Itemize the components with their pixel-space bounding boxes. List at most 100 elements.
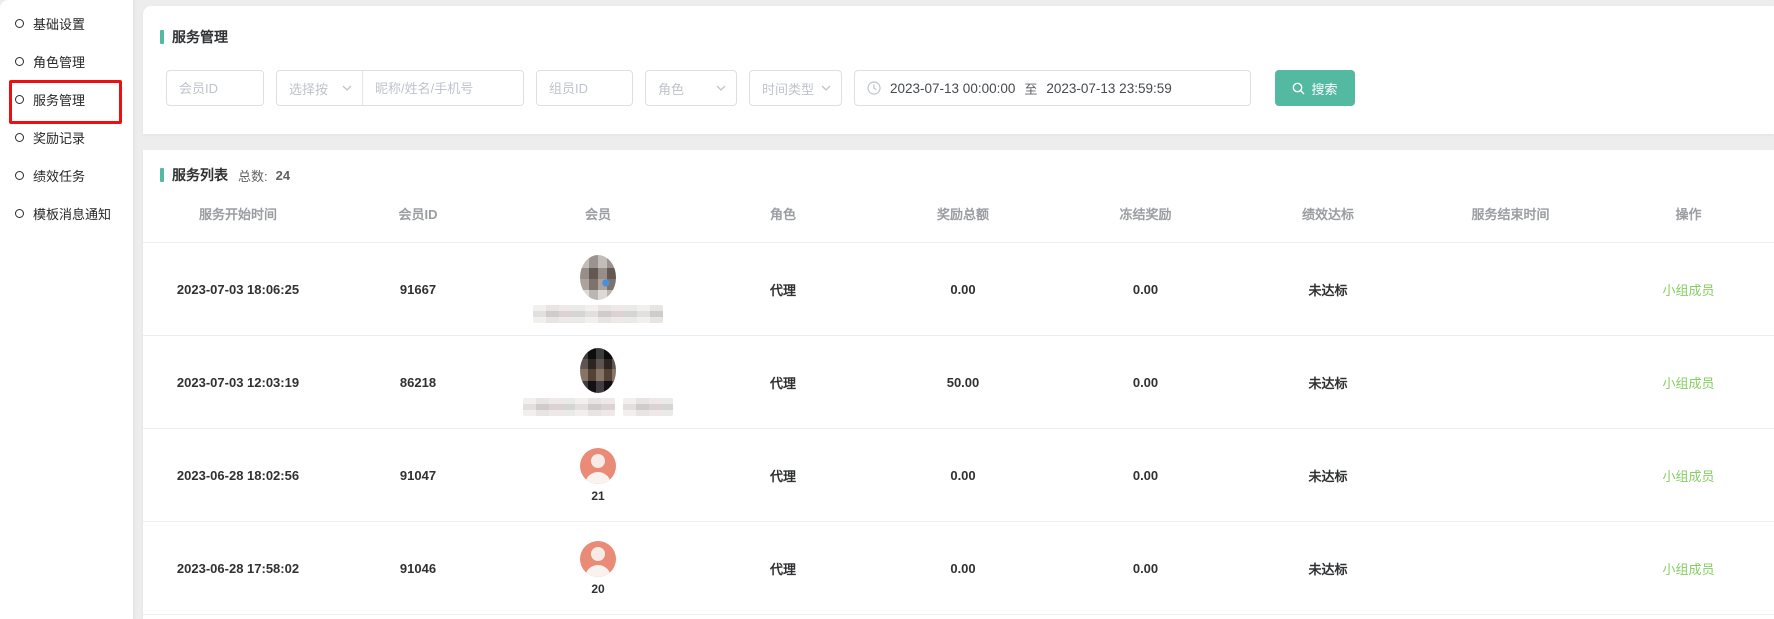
sidebar-item-label: 角色管理 xyxy=(33,52,85,71)
cell-reward-total: 0.00 xyxy=(873,468,1053,483)
title-accent-bar xyxy=(160,30,164,44)
sidebar-item-basic-settings[interactable]: 基础设置 xyxy=(0,4,133,42)
cell-start-time: 2023-06-28 17:58:02 xyxy=(143,561,333,576)
col-frozen-reward: 冻结奖励 xyxy=(1053,204,1238,223)
table-header-row: 服务开始时间 会员ID 会员 角色 奖励总额 冻结奖励 绩效达标 服务结束时间 … xyxy=(143,185,1774,243)
nickname-input[interactable] xyxy=(363,71,523,105)
circle-bullet-icon xyxy=(15,95,24,104)
circle-bullet-icon xyxy=(15,57,24,66)
avatar-redacted-photo xyxy=(580,255,616,300)
cell-member-id: 86218 xyxy=(333,375,503,390)
clock-icon xyxy=(867,81,881,95)
member-name-redacted xyxy=(523,398,673,416)
cell-member-id: 91046 xyxy=(333,561,503,576)
date-start-value: 2023-07-13 00:00:00 xyxy=(890,81,1015,96)
table-row: 2023-07-03 12:03:19 86218 代理 50.00 0.00 … xyxy=(143,336,1774,429)
select-by-label: 选择按 xyxy=(289,79,328,98)
cell-reward-total: 0.00 xyxy=(873,282,1053,297)
sidebar-item-performance-tasks[interactable]: 绩效任务 xyxy=(0,156,133,194)
time-type-dropdown[interactable]: 时间类型 xyxy=(749,70,842,106)
chevron-down-icon xyxy=(342,85,352,91)
list-title: 服务列表 xyxy=(172,165,228,185)
search-button-label: 搜索 xyxy=(1311,79,1337,98)
page-title: 服务管理 xyxy=(172,27,228,47)
cell-frozen-reward: 0.00 xyxy=(1053,561,1238,576)
cell-role: 代理 xyxy=(693,280,873,299)
col-member-id: 会员ID xyxy=(333,204,503,223)
col-member: 会员 xyxy=(503,204,693,223)
cell-role: 代理 xyxy=(693,466,873,485)
group-members-link[interactable]: 小组成员 xyxy=(1603,559,1774,578)
main-content: 服务管理 选择按 角色 时间类型 2023-07-13 xyxy=(134,0,1774,619)
col-end-time: 服务结束时间 xyxy=(1418,204,1603,223)
cell-start-time: 2023-07-03 18:06:25 xyxy=(143,282,333,297)
member-label: 21 xyxy=(591,489,604,503)
nickname-search-group: 选择按 xyxy=(276,70,524,106)
name-blur-block xyxy=(623,398,673,416)
select-by-dropdown[interactable]: 选择按 xyxy=(277,71,363,105)
sidebar-item-template-message-notify[interactable]: 模板消息通知 xyxy=(0,194,133,232)
search-button[interactable]: 搜索 xyxy=(1275,70,1355,106)
default-user-avatar-icon xyxy=(580,541,616,577)
sidebar-item-label: 奖励记录 xyxy=(33,128,85,147)
date-range-picker[interactable]: 2023-07-13 00:00:00 至 2023-07-13 23:59:5… xyxy=(854,70,1251,106)
cell-start-time: 2023-07-03 12:03:19 xyxy=(143,375,333,390)
date-separator: 至 xyxy=(1024,79,1037,98)
search-icon xyxy=(1292,82,1305,95)
total-count: 24 xyxy=(276,168,290,183)
circle-bullet-icon xyxy=(15,19,24,28)
sidebar-item-label: 模板消息通知 xyxy=(33,204,111,223)
group-members-link[interactable]: 小组成员 xyxy=(1603,373,1774,392)
member-name-redacted xyxy=(533,305,663,323)
page-title-row: 服务管理 xyxy=(143,6,1774,47)
group-member-id-input[interactable] xyxy=(536,70,633,106)
table-row: 2023-07-03 18:06:25 91667 代理 0.00 0.00 未… xyxy=(143,243,1774,336)
name-blur-block xyxy=(523,398,615,416)
cell-reward-total: 0.00 xyxy=(873,561,1053,576)
role-dropdown[interactable]: 角色 xyxy=(645,70,737,106)
list-title-row: 服务列表 总数: 24 xyxy=(143,150,1774,185)
table-row: 2023-06-28 17:58:02 91046 20 代理 0.00 0.0… xyxy=(143,522,1774,615)
service-list-panel: 服务列表 总数: 24 服务开始时间 会员ID 会员 角色 奖励总额 冻结奖励 … xyxy=(143,150,1774,619)
col-actions: 操作 xyxy=(1603,204,1774,223)
sidebar-item-label: 服务管理 xyxy=(33,90,85,109)
cell-performance: 未达标 xyxy=(1238,280,1418,299)
sidebar-item-service-management[interactable]: 服务管理 xyxy=(0,80,133,118)
filter-bar: 选择按 角色 时间类型 2023-07-13 00:00:00 至 2023-0… xyxy=(166,70,1774,106)
table-row: 2023-06-28 18:02:56 91047 21 代理 0.00 0.0… xyxy=(143,429,1774,522)
circle-bullet-icon xyxy=(15,171,24,180)
cell-start-time: 2023-06-28 18:02:56 xyxy=(143,468,333,483)
cell-member: 20 xyxy=(503,541,693,596)
cell-role: 代理 xyxy=(693,373,873,392)
chevron-down-icon xyxy=(716,85,726,91)
name-blur-block xyxy=(533,305,663,323)
cell-member: 21 xyxy=(503,448,693,503)
cell-member xyxy=(503,255,693,323)
cell-role: 代理 xyxy=(693,559,873,578)
title-accent-bar xyxy=(160,168,164,182)
cell-member-id: 91667 xyxy=(333,282,503,297)
default-user-avatar-icon xyxy=(580,448,616,484)
sidebar-item-role-management[interactable]: 角色管理 xyxy=(0,42,133,80)
cell-reward-total: 50.00 xyxy=(873,375,1053,390)
cell-member-id: 91047 xyxy=(333,468,503,483)
member-label: 20 xyxy=(591,582,604,596)
sidebar-item-reward-records[interactable]: 奖励记录 xyxy=(0,118,133,156)
member-id-input[interactable] xyxy=(166,70,264,106)
avatar-redacted-photo xyxy=(580,348,616,393)
sidebar-item-label: 基础设置 xyxy=(33,14,85,33)
total-label: 总数: xyxy=(238,166,268,185)
date-end-value: 2023-07-13 23:59:59 xyxy=(1046,81,1171,96)
cell-frozen-reward: 0.00 xyxy=(1053,375,1238,390)
time-type-placeholder: 时间类型 xyxy=(762,79,814,98)
circle-bullet-icon xyxy=(15,209,24,218)
col-role: 角色 xyxy=(693,204,873,223)
group-members-link[interactable]: 小组成员 xyxy=(1603,466,1774,485)
cell-performance: 未达标 xyxy=(1238,466,1418,485)
chevron-down-icon xyxy=(821,85,831,91)
filter-panel: 服务管理 选择按 角色 时间类型 2023-07-13 xyxy=(143,6,1774,134)
sidebar-item-label: 绩效任务 xyxy=(33,166,85,185)
role-placeholder: 角色 xyxy=(658,79,684,98)
group-members-link[interactable]: 小组成员 xyxy=(1603,280,1774,299)
cell-performance: 未达标 xyxy=(1238,559,1418,578)
